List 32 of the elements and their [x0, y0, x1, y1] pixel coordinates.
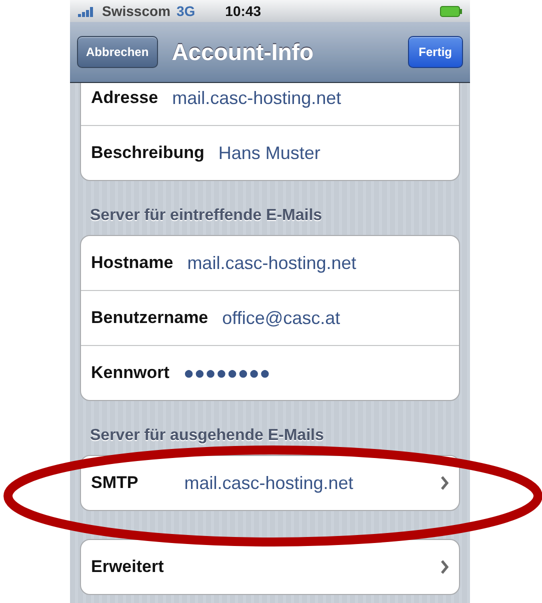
- carrier-name: Swisscom: [102, 3, 170, 19]
- row-label: Kennwort: [91, 363, 170, 383]
- row-value: Hans Muster: [218, 142, 322, 164]
- cancel-button[interactable]: Abbrechen: [77, 36, 158, 68]
- row-value: office@casc.at: [222, 308, 342, 328]
- field-row[interactable]: Hostname mail.casc-hosting.net: [81, 236, 459, 290]
- settings-row[interactable]: SMTP mail.casc-hosting.net: [81, 456, 459, 510]
- row-value: mail.casc-hosting.net: [187, 252, 358, 274]
- chevron-icon: [440, 560, 449, 574]
- status-time: 10:43: [225, 3, 261, 19]
- field-row[interactable]: Kennwort ●●●●●●●●: [81, 345, 459, 400]
- field-row[interactable]: Benutzername office@casc.at: [81, 290, 459, 345]
- row-value: mail.casc-hosting.net: [184, 472, 354, 494]
- network-type: 3G: [176, 3, 196, 19]
- row-label: Benutzername: [91, 308, 208, 328]
- battery-icon: [440, 6, 462, 16]
- row-label: SMTP: [91, 473, 138, 493]
- row-label: Adresse: [91, 88, 158, 108]
- chevron-icon: [440, 476, 449, 490]
- signal-icon: [78, 5, 96, 17]
- field-row[interactable]: Beschreibung Hans Muster: [81, 125, 459, 180]
- row-label: Beschreibung: [91, 143, 204, 163]
- nav-title: Account-Info: [170, 38, 314, 66]
- section-header: Server für eintreffende E-Mails: [89, 206, 324, 226]
- section-header: Server für ausgehende E-Mails: [89, 426, 325, 446]
- done-button[interactable]: Fertig: [408, 36, 463, 68]
- row-value: mail.casc-hosting.net: [172, 88, 342, 108]
- row-label: Hostname: [91, 253, 174, 273]
- row-value: ●●●●●●●●: [183, 362, 272, 384]
- field-row[interactable]: Adresse mail.casc-hosting.net: [81, 83, 459, 125]
- settings-row[interactable]: Erweitert: [81, 540, 459, 594]
- row-label: Erweitert: [91, 557, 164, 577]
